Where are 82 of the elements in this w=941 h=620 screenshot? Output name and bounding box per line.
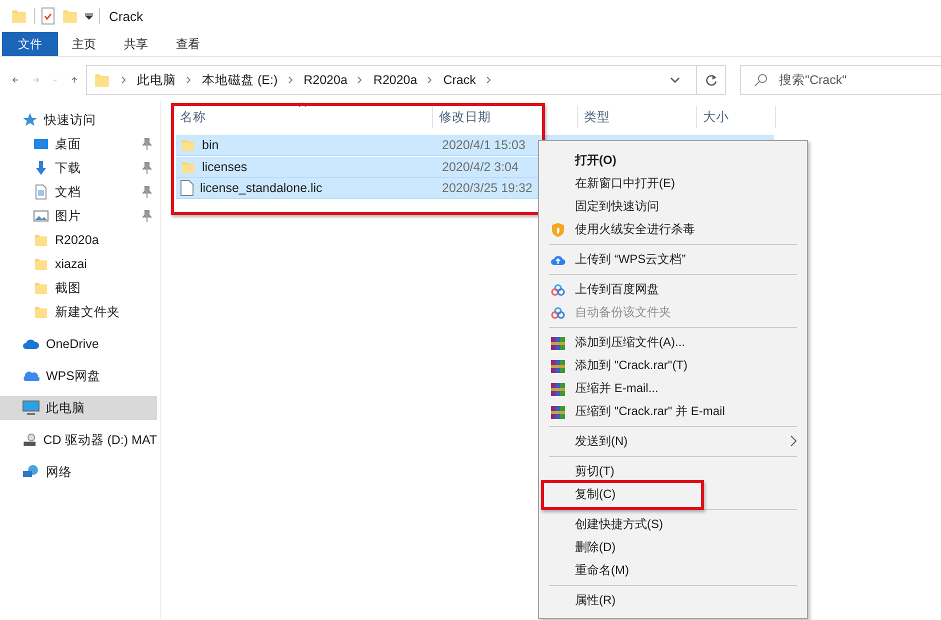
document-icon xyxy=(33,184,49,200)
file-icon xyxy=(180,180,194,196)
download-arrow-icon xyxy=(33,160,49,176)
column-header[interactable]: 大小 xyxy=(697,106,776,128)
sidebar-item[interactable]: 下载 xyxy=(0,156,157,180)
cloud-rings-icon xyxy=(550,282,566,298)
sidebar-item[interactable]: OneDrive xyxy=(0,332,157,356)
sidebar-item[interactable]: 截图 xyxy=(0,276,157,300)
breadcrumb[interactable]: 此电脑 xyxy=(137,72,176,88)
folder-icon xyxy=(33,304,49,320)
sidebar-item[interactable]: 图片 xyxy=(0,204,157,228)
computer-icon xyxy=(22,400,40,416)
books-icon xyxy=(550,358,566,374)
window-title: Crack xyxy=(109,8,143,24)
sidebar-item[interactable]: 新建文件夹 xyxy=(0,300,157,324)
sidebar-item[interactable]: R2020a xyxy=(0,228,157,252)
menu-item[interactable]: 属性(R) xyxy=(541,589,805,612)
checklist-icon[interactable] xyxy=(41,7,55,25)
chevron-right-icon xyxy=(427,76,434,84)
ribbon-tab[interactable]: 主页 xyxy=(58,32,110,56)
column-header[interactable]: 修改日期 xyxy=(433,106,578,128)
folder-icon xyxy=(33,232,49,248)
file-name: license_standalone.lic xyxy=(200,181,322,195)
menu-item[interactable]: 上传到 “WPS云文档” xyxy=(541,248,805,271)
sidebar-item[interactable]: 文档 xyxy=(0,180,157,204)
file-name: licenses xyxy=(202,160,248,174)
search-field[interactable]: 搜索"Crack" xyxy=(740,65,941,95)
menu-item[interactable]: 压缩到 "Crack.rar" 并 E-mail xyxy=(541,400,805,423)
search-icon xyxy=(754,73,768,87)
menu-item[interactable]: 压缩并 E-mail... xyxy=(541,377,805,400)
file-date: 2020/4/1 15:03 xyxy=(442,138,526,152)
breadcrumb[interactable]: Crack xyxy=(443,73,476,87)
books-icon xyxy=(550,334,566,350)
sidebar-item[interactable]: 此电脑 xyxy=(0,396,157,420)
shield-icon xyxy=(550,222,566,238)
desktop-icon xyxy=(33,136,49,152)
sidebar-item[interactable]: 桌面 xyxy=(0,132,157,156)
menu-item[interactable]: 复制(C) xyxy=(541,483,805,506)
sidebar-item[interactable]: 快速访问 xyxy=(0,108,157,132)
sidebar-item[interactable]: CD 驱动器 (D:) MAT xyxy=(0,428,157,452)
breadcrumb[interactable]: R2020a xyxy=(304,73,348,87)
picture-icon xyxy=(33,208,49,224)
menu-item[interactable]: 上传到百度网盘 xyxy=(541,278,805,301)
column-header[interactable]: 名称 xyxy=(176,106,433,128)
network-icon xyxy=(22,464,40,480)
chevron-right-icon xyxy=(121,76,128,84)
books-icon xyxy=(550,404,566,420)
menu-item[interactable]: 添加到 "Crack.rar"(T) xyxy=(541,354,805,377)
menu-item[interactable]: 使用火绒安全进行杀毒 xyxy=(541,218,805,241)
folder-icon xyxy=(180,137,196,153)
sidebar-item[interactable]: WPS网盘 xyxy=(0,364,157,388)
breadcrumb[interactable]: R2020a xyxy=(373,73,418,87)
menu-item[interactable]: 剪切(T) xyxy=(541,460,805,483)
chevron-right-icon xyxy=(288,76,294,84)
dropdown-icon[interactable] xyxy=(85,12,93,20)
file-name: bin xyxy=(202,138,219,152)
column-header[interactable]: 类型 xyxy=(578,106,697,128)
star-icon xyxy=(22,112,38,128)
menu-item[interactable]: 重命名(M) xyxy=(541,559,805,582)
folder-icon xyxy=(33,256,49,272)
chevron-right-icon xyxy=(186,76,192,84)
chevron-right-icon xyxy=(357,76,364,84)
menu-item[interactable]: 发送到(N) xyxy=(541,430,805,453)
folder-icon xyxy=(33,280,49,296)
menu-item[interactable]: 添加到压缩文件(A)... xyxy=(541,331,805,354)
file-date: 2020/3/25 19:32 xyxy=(442,181,532,195)
chevron-right-icon xyxy=(486,76,492,84)
refresh-icon[interactable] xyxy=(704,74,718,86)
cloud-rings-icon xyxy=(550,304,566,320)
chevron-down-icon[interactable] xyxy=(670,76,680,84)
ribbon-tab[interactable]: 共享 xyxy=(110,32,162,56)
menu-item[interactable]: 删除(D) xyxy=(541,536,805,559)
ribbon-tab[interactable]: 查看 xyxy=(162,32,214,56)
breadcrumb[interactable]: 本地磁盘 (E:) xyxy=(202,72,278,88)
disc-drive-icon xyxy=(22,432,38,448)
books-icon xyxy=(550,380,566,396)
file-date: 2020/4/2 3:04 xyxy=(442,160,518,174)
menu-item[interactable]: 创建快捷方式(S) xyxy=(541,513,805,536)
sidebar-item[interactable]: xiazai xyxy=(0,252,157,276)
sidebar-item[interactable]: 网络 xyxy=(0,460,157,484)
ribbon-tab[interactable]: 文件 xyxy=(2,32,58,56)
address-bar[interactable]: 此电脑 本地磁盘 (E:) R2020a R2020a Crack xyxy=(86,65,726,95)
